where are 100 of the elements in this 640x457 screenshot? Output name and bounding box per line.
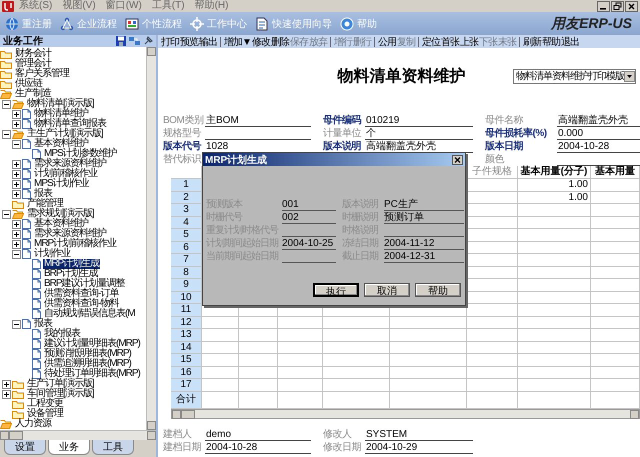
tree-item[interactable]: 设备管理: [26, 409, 64, 419]
expand-icon[interactable]: [12, 220, 21, 228]
expand-icon[interactable]: [12, 240, 21, 248]
toolbar-button[interactable]: 删除: [270, 34, 289, 48]
tree-item[interactable]: 主生产计划[演示版]: [26, 129, 104, 139]
tree-item[interactable]: 报表: [33, 189, 53, 199]
collapse-icon[interactable]: [2, 130, 11, 138]
input-field[interactable]: 2004-10-28: [205, 442, 311, 454]
close-icon[interactable]: [452, 154, 463, 164]
tab[interactable]: 工具: [92, 440, 134, 456]
tree-item[interactable]: 供应链: [14, 79, 43, 89]
dialog-button[interactable]: 帮助: [415, 283, 461, 297]
tree-item[interactable]: 工程变更: [26, 399, 64, 409]
tree-item[interactable]: 基本资料维护: [33, 219, 89, 229]
tree-item[interactable]: 人力资源: [14, 419, 52, 429]
tree-item[interactable]: 建议计划量明细表(MRP): [43, 339, 141, 349]
toolbar-button[interactable]: 增加▼: [224, 34, 251, 48]
tree-item[interactable]: 报表: [33, 319, 53, 329]
input-field[interactable]: 0.000: [557, 128, 640, 140]
toolbar-button[interactable]: 首张: [440, 34, 459, 48]
input-field[interactable]: SYSTEM: [365, 428, 473, 440]
scrollbar[interactable]: [0, 430, 156, 440]
restore-icon[interactable]: [611, 0, 624, 12]
expand-icon[interactable]: [2, 390, 11, 398]
tree-item[interactable]: MPS计划作业: [33, 179, 90, 189]
close-icon[interactable]: [625, 0, 638, 12]
tree-item[interactable]: 供需追溯明细表(MRP): [43, 359, 132, 369]
tree-item[interactable]: 财务会计: [14, 49, 52, 59]
tree-item[interactable]: 产能管理: [26, 199, 64, 209]
tree-item[interactable]: 供需资料查询-订单: [43, 289, 120, 299]
tree-item[interactable]: 客户关系管理: [14, 69, 70, 79]
tree-item[interactable]: BRP建议计划量调整: [43, 279, 126, 289]
input-field[interactable]: 2004-10-28: [557, 141, 640, 153]
input-field[interactable]: 002: [282, 212, 336, 224]
tree-item[interactable]: 计划前稽核作业: [33, 169, 98, 179]
input-field[interactable]: 010219: [365, 115, 473, 127]
tree-item[interactable]: 待处理订单明细表(MRP): [43, 369, 141, 379]
expand-icon[interactable]: [12, 180, 21, 188]
tree-item[interactable]: MPS计划参数维护: [43, 149, 118, 159]
toolbar-button[interactable]: 输出: [199, 34, 217, 48]
template-dropdown[interactable]: 物料清单资料维护打印模版: [513, 68, 636, 84]
tree-item[interactable]: 生产制造: [14, 89, 52, 99]
input-field[interactable]: demo: [205, 428, 311, 440]
toolbar-button[interactable]: 上张: [460, 34, 478, 48]
expand-icon[interactable]: [12, 120, 21, 128]
pin-icon[interactable]: [143, 36, 153, 46]
toolbar-button[interactable]: 公用: [378, 34, 396, 48]
collapse-icon[interactable]: [2, 210, 11, 218]
toolbar-button[interactable]: 定位: [422, 34, 440, 48]
dialog-button[interactable]: 取消: [364, 283, 410, 297]
scrollbar[interactable]: [146, 47, 156, 430]
scrollbar[interactable]: [171, 408, 640, 418]
menu-item[interactable]: 帮助(H): [190, 0, 234, 12]
toolbar-button[interactable]: 打印: [161, 34, 179, 48]
input-field[interactable]: 2004-12-31: [384, 251, 464, 263]
expand-icon[interactable]: [12, 110, 21, 118]
expand-icon[interactable]: [12, 170, 21, 178]
tree-item[interactable]: 车间管理[演示版]: [26, 389, 95, 399]
save-icon[interactable]: [116, 36, 126, 46]
input-field[interactable]: 2004-10-25: [282, 238, 336, 250]
toolbar-button[interactable]: 修改: [252, 34, 270, 48]
tree-item[interactable]: BRP计划生成: [43, 269, 99, 279]
tree-item[interactable]: 自动规划错误信息表(M: [43, 309, 136, 319]
collapse-icon[interactable]: [12, 140, 21, 148]
input-field[interactable]: 2004-10-29: [365, 442, 473, 454]
tree-item[interactable]: 计划作业: [33, 249, 71, 259]
input-field[interactable]: 高端翻盖壳外壳: [557, 115, 640, 127]
toolbar-button[interactable]: 预览: [180, 34, 198, 48]
tree-item[interactable]: 供需资料查询-物料: [43, 299, 120, 309]
expand-icon[interactable]: [12, 160, 21, 168]
tree-item[interactable]: 物料清单[演示版]: [26, 99, 95, 109]
expand-icon[interactable]: [2, 380, 11, 388]
toolbar-button[interactable]: 退出: [560, 34, 579, 48]
tree-item[interactable]: 物料清单查询报表: [33, 119, 107, 129]
minimize-icon[interactable]: [597, 0, 610, 12]
tab[interactable]: 业务: [48, 440, 90, 456]
tree-item[interactable]: 我的报表: [43, 329, 81, 339]
menu-item[interactable]: 工具(T): [146, 0, 190, 12]
collapse-icon[interactable]: [12, 320, 21, 328]
expand-icon[interactable]: [12, 230, 21, 238]
input-field[interactable]: 个: [365, 128, 473, 140]
input-field[interactable]: PC生产: [384, 199, 464, 211]
menu-item[interactable]: 视图(V): [57, 0, 101, 12]
tree-item[interactable]: 需求来源资料维护: [33, 229, 107, 239]
tab[interactable]: 设置: [4, 440, 46, 456]
tree-item[interactable]: 物料清单维护: [33, 109, 89, 119]
toolbar-button[interactable]: 刷新: [522, 34, 541, 48]
tree-item[interactable]: 需求规划[演示版]: [26, 209, 95, 219]
tree-item[interactable]: 管理会计: [14, 59, 52, 69]
tree-item[interactable]: 生产订单[演示版]: [26, 379, 95, 389]
tree-item[interactable]: MRP计划前稽核作业: [33, 239, 118, 249]
input-field[interactable]: 主BOM: [205, 115, 311, 127]
collapse-icon[interactable]: [12, 250, 21, 258]
expand-icon[interactable]: [12, 190, 21, 198]
toolbar-button[interactable]: 帮助: [542, 34, 560, 48]
input-field[interactable]: 预测订单: [384, 212, 464, 224]
input-field[interactable]: 2004-11-12: [384, 238, 464, 250]
tree-item[interactable]: 基本资料维护: [33, 139, 89, 149]
collapse-icon[interactable]: [2, 100, 11, 108]
input-field[interactable]: 001: [282, 199, 336, 211]
